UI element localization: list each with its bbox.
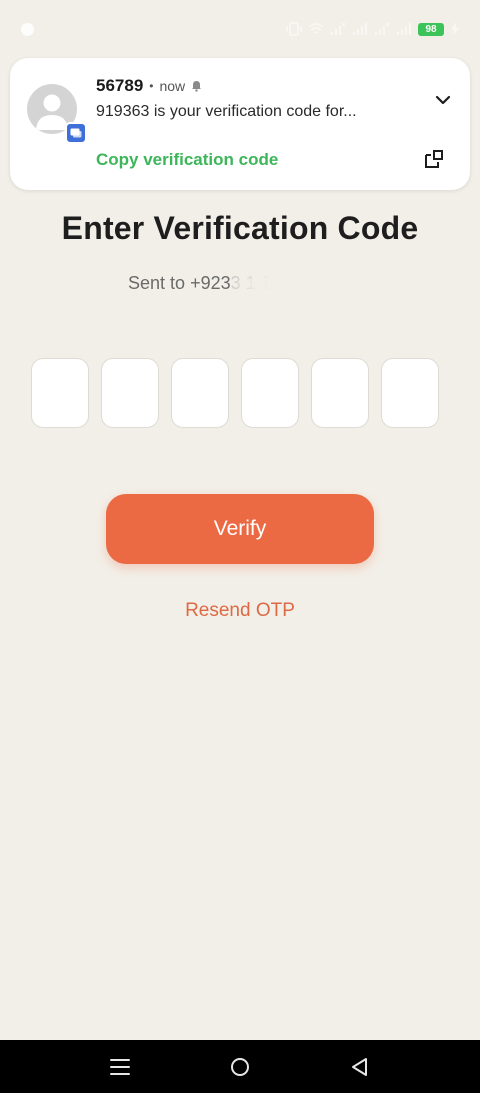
bell-icon: [192, 81, 202, 92]
status-bar: 98: [0, 0, 480, 56]
notification-sender: 56789: [96, 76, 144, 95]
notification-dot-icon: [21, 23, 34, 36]
otp-digit-3[interactable]: [171, 358, 229, 428]
back-icon[interactable]: [348, 1056, 372, 1078]
sent-to-row: Sent to +9233 1 1: [128, 270, 340, 298]
vibrate-icon: [286, 22, 302, 36]
otp-digit-1[interactable]: [31, 358, 89, 428]
header-separator: •: [149, 79, 154, 93]
navigation-bar: [0, 1040, 480, 1093]
otp-digit-5[interactable]: [311, 358, 369, 428]
otp-digit-4[interactable]: [241, 358, 299, 428]
otp-digit-6[interactable]: [381, 358, 439, 428]
notification-time: now: [159, 78, 186, 94]
phone-redaction: [229, 270, 340, 298]
messages-app-badge: [65, 122, 87, 144]
verify-button[interactable]: Verify: [106, 494, 374, 564]
home-icon[interactable]: [228, 1056, 252, 1078]
notification-header: 56789 • now: [96, 76, 202, 96]
copy-verification-code-button[interactable]: Copy verification code: [96, 150, 278, 170]
signal-x-icon-2: [375, 22, 390, 35]
wifi-icon: [308, 23, 324, 34]
popout-icon[interactable]: [424, 149, 444, 169]
chevron-down-icon[interactable]: [434, 94, 452, 106]
notification-message: 919363 is your verification code for...: [96, 103, 357, 120]
sms-notification-card[interactable]: 56789 • now 919363 is your verification …: [10, 58, 470, 190]
menu-icon[interactable]: [108, 1056, 132, 1078]
status-icons: 98: [286, 19, 460, 39]
battery-level: 98: [418, 22, 444, 36]
page-title: Enter Verification Code: [61, 210, 419, 246]
resend-otp-link[interactable]: Resend OTP: [0, 600, 480, 622]
otp-input-group: [31, 358, 439, 428]
signal-icon: [353, 23, 367, 35]
charging-icon: [451, 22, 459, 36]
sent-to-label: Sent to: [128, 272, 186, 293]
otp-digit-2[interactable]: [101, 358, 159, 428]
signal-x-icon: [331, 22, 346, 35]
messages-icon: [70, 128, 82, 137]
signal-icon-2: [397, 23, 411, 35]
